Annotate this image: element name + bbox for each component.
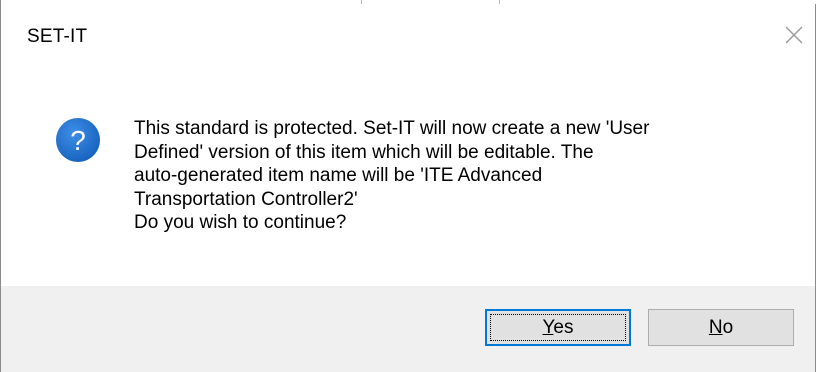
- message-line: Transportation Controller2': [134, 188, 358, 210]
- message-line: This standard is protected. Set-IT will …: [134, 118, 650, 139]
- yes-button[interactable]: Yes: [485, 309, 631, 346]
- question-icon: ?: [55, 117, 101, 163]
- no-button[interactable]: No: [648, 309, 794, 346]
- background-window-strip: [1, 0, 816, 4]
- message-dialog: SET-IT ? This standard is protected. Set…: [0, 0, 816, 372]
- message-line: Do you wish to continue?: [134, 212, 347, 233]
- dialog-title: SET-IT: [27, 26, 88, 47]
- no-mnemonic: N: [708, 317, 723, 338]
- dialog-message: This standard is protected. Set-IT will …: [134, 117, 794, 235]
- message-line: Defined' version of this item which will…: [134, 141, 594, 163]
- message-line: auto-generated item name will be 'ITE Ad…: [134, 165, 543, 186]
- no-label: o: [722, 317, 734, 338]
- focus-rectangle: [490, 314, 626, 341]
- svg-text:?: ?: [70, 125, 86, 156]
- close-icon: [785, 26, 803, 44]
- close-button[interactable]: [777, 18, 811, 52]
